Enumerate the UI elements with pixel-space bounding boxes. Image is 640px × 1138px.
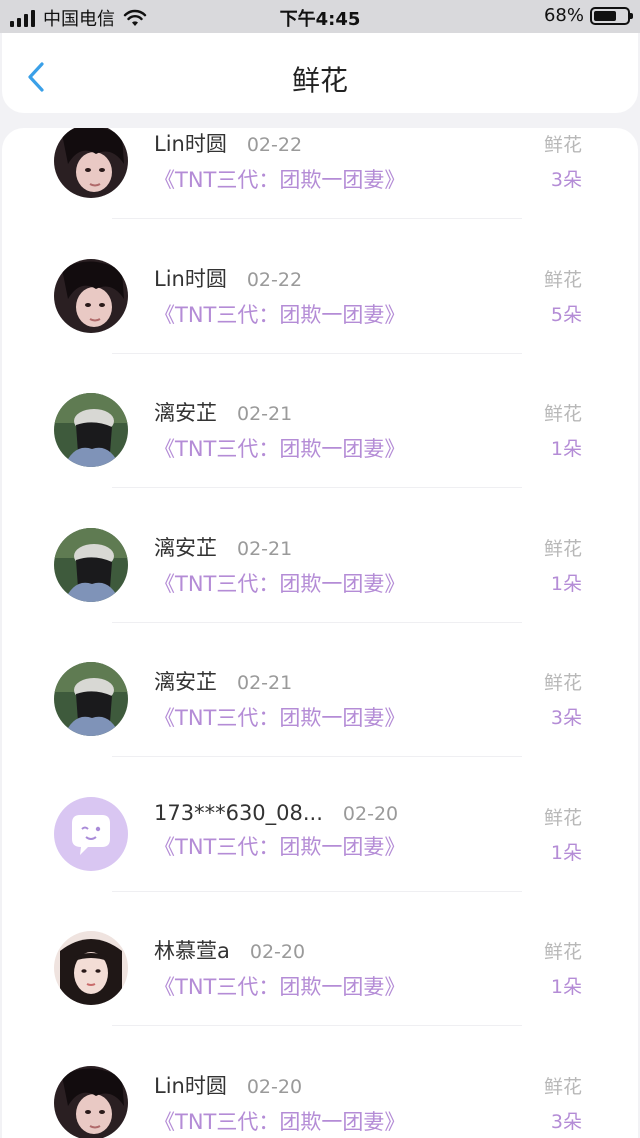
- record-header: 漓安芷 02-21: [154, 397, 405, 427]
- list-item[interactable]: 173***630_08... 02-20 《TNT三代：团欺一团妻》 鲜花 1朵: [2, 767, 638, 901]
- battery-icon: [590, 6, 633, 25]
- user-name[interactable]: 173***630_08...: [154, 801, 323, 825]
- gift-count: 1朵: [550, 976, 582, 998]
- row-divider: [112, 1025, 522, 1026]
- user-name[interactable]: 漓安芷: [154, 532, 217, 562]
- record-date: 02-21: [237, 537, 293, 560]
- status-right: 68%: [543, 5, 633, 26]
- book-title[interactable]: 《TNT三代：团欺一团妻》: [154, 433, 405, 463]
- avatar[interactable]: [54, 662, 128, 736]
- book-title[interactable]: 《TNT三代：团欺一团妻》: [154, 299, 405, 329]
- gift-count: 3朵: [550, 707, 582, 729]
- gift-type: 鲜花: [543, 806, 582, 829]
- gift-type: 鲜花: [543, 268, 582, 291]
- row-divider: [112, 621, 522, 623]
- gift-count: 5朵: [550, 303, 582, 326]
- record-date: 02-20: [342, 802, 399, 825]
- gift-record-list: Lin时圆 02-22 《TNT三代：团欺一团妻》 鲜花 3朵 Lin时圆 02-22 《TN…: [2, 128, 638, 1138]
- record-meta: 173***630_08... 02-20 《TNT三代：团欺一团妻》: [154, 801, 405, 861]
- user-name[interactable]: 漓安芷: [154, 397, 217, 427]
- book-title[interactable]: 《TNT三代：团欺一团妻》: [154, 1106, 405, 1136]
- user-name[interactable]: Lin时圆: [154, 1070, 227, 1100]
- gift-count: 1朵: [550, 572, 582, 595]
- gift-count: 1朵: [550, 841, 582, 864]
- list-item[interactable]: 漓安芷 02-21 《TNT三代：团欺一团妻》 鲜花 3朵: [2, 632, 638, 766]
- row-divider: [112, 890, 522, 892]
- row-divider: [112, 756, 522, 757]
- record-header: Lin时圆 02-22: [154, 263, 405, 293]
- avatar[interactable]: [54, 128, 128, 198]
- gift-type: 鲜花: [543, 941, 582, 963]
- gift-type: 鲜花: [543, 537, 582, 560]
- record-meta: Lin时圆 02-22 《TNT三代：团欺一团妻》: [154, 263, 405, 329]
- list-item[interactable]: 漓安芷 02-21 《TNT三代：团欺一团妻》 鲜花 1朵: [2, 363, 638, 497]
- record-meta: 漓安芷 02-21 《TNT三代：团欺一团妻》: [154, 532, 405, 598]
- record-date: 02-22: [246, 134, 303, 156]
- gift-count: 3朵: [550, 169, 582, 191]
- record-meta: 漓安芷 02-21 《TNT三代：团欺一团妻》: [154, 666, 405, 732]
- row-divider: [112, 487, 522, 488]
- page-title: 鲜花: [291, 64, 348, 97]
- book-title[interactable]: 《TNT三代：团欺一团妻》: [154, 702, 405, 732]
- gift-type: 鲜花: [543, 403, 582, 425]
- record-date: 02-20: [249, 941, 306, 963]
- record-header: Lin时圆 02-22: [154, 128, 405, 158]
- avatar[interactable]: [54, 393, 128, 467]
- user-name[interactable]: Lin时圆: [154, 128, 227, 158]
- avatar[interactable]: [54, 931, 128, 1005]
- gift-info: 鲜花 3朵: [544, 668, 582, 730]
- book-title[interactable]: 《TNT三代：团欺一团妻》: [154, 164, 405, 194]
- gift-info: 鲜花 5朵: [544, 265, 582, 327]
- record-header: 林慕萱a 02-20: [154, 935, 405, 965]
- gift-type: 鲜花: [543, 134, 582, 156]
- gift-type: 鲜花: [543, 1075, 582, 1098]
- list-item[interactable]: Lin时圆 02-20 《TNT三代：团欺一团妻》 鲜花 3朵: [2, 1036, 638, 1138]
- record-meta: Lin时圆 02-20 《TNT三代：团欺一团妻》: [154, 1070, 405, 1136]
- battery-percent: 68%: [543, 5, 584, 26]
- record-header: 漓安芷 02-21: [154, 532, 405, 562]
- avatar[interactable]: [54, 796, 128, 871]
- gift-info: 鲜花 1朵: [544, 399, 582, 461]
- list-item[interactable]: 林慕萱a 02-20 《TNT三代：团欺一团妻》 鲜花 1朵: [2, 901, 638, 1035]
- list-item[interactable]: Lin时圆 02-22 《TNT三代：团欺一团妻》 鲜花 3朵: [2, 128, 638, 228]
- gift-info: 鲜花 3朵: [544, 1072, 582, 1134]
- gift-info: 鲜花 3朵: [544, 130, 582, 192]
- book-title[interactable]: 《TNT三代：团欺一团妻》: [154, 831, 405, 861]
- record-meta: Lin时圆 02-22 《TNT三代：团欺一团妻》: [154, 128, 405, 194]
- list-item[interactable]: 漓安芷 02-21 《TNT三代：团欺一团妻》 鲜花 1朵: [2, 498, 638, 632]
- book-title[interactable]: 《TNT三代：团欺一团妻》: [154, 971, 405, 1001]
- avatar[interactable]: [54, 1065, 128, 1138]
- gift-info: 鲜花 1朵: [544, 937, 582, 999]
- gift-count: 1朵: [550, 438, 582, 460]
- record-date: 02-21: [237, 403, 293, 425]
- avatar[interactable]: [54, 527, 128, 602]
- record-date: 02-20: [246, 1075, 303, 1098]
- avatar[interactable]: [54, 258, 128, 333]
- user-name[interactable]: Lin时圆: [154, 263, 227, 293]
- record-header: 173***630_08... 02-20: [154, 801, 405, 825]
- record-meta: 林慕萱a 02-20 《TNT三代：团欺一团妻》: [154, 935, 405, 1001]
- list-item[interactable]: Lin时圆 02-22 《TNT三代：团欺一团妻》 鲜花 5朵: [2, 229, 638, 363]
- battery-fill: [594, 10, 616, 21]
- record-date: 02-21: [237, 672, 293, 694]
- row-divider: [112, 352, 522, 354]
- record-date: 02-22: [246, 268, 303, 291]
- gift-info: 鲜花 1朵: [544, 803, 582, 865]
- status-bar: 中国电信 下午4:45 68%: [0, 0, 640, 33]
- book-title[interactable]: 《TNT三代：团欺一团妻》: [154, 568, 405, 598]
- user-name[interactable]: 林慕萱a: [154, 935, 230, 965]
- record-header: Lin时圆 02-20: [154, 1070, 405, 1100]
- gift-type: 鲜花: [543, 672, 582, 694]
- nav-bar: 鲜花: [2, 33, 638, 113]
- record-header: 漓安芷 02-21: [154, 666, 405, 696]
- user-name[interactable]: 漓安芷: [154, 666, 217, 696]
- gift-info: 鲜花 1朵: [544, 534, 582, 596]
- row-divider: [112, 218, 522, 219]
- gift-count: 3朵: [550, 1110, 582, 1133]
- record-meta: 漓安芷 02-21 《TNT三代：团欺一团妻》: [154, 397, 405, 463]
